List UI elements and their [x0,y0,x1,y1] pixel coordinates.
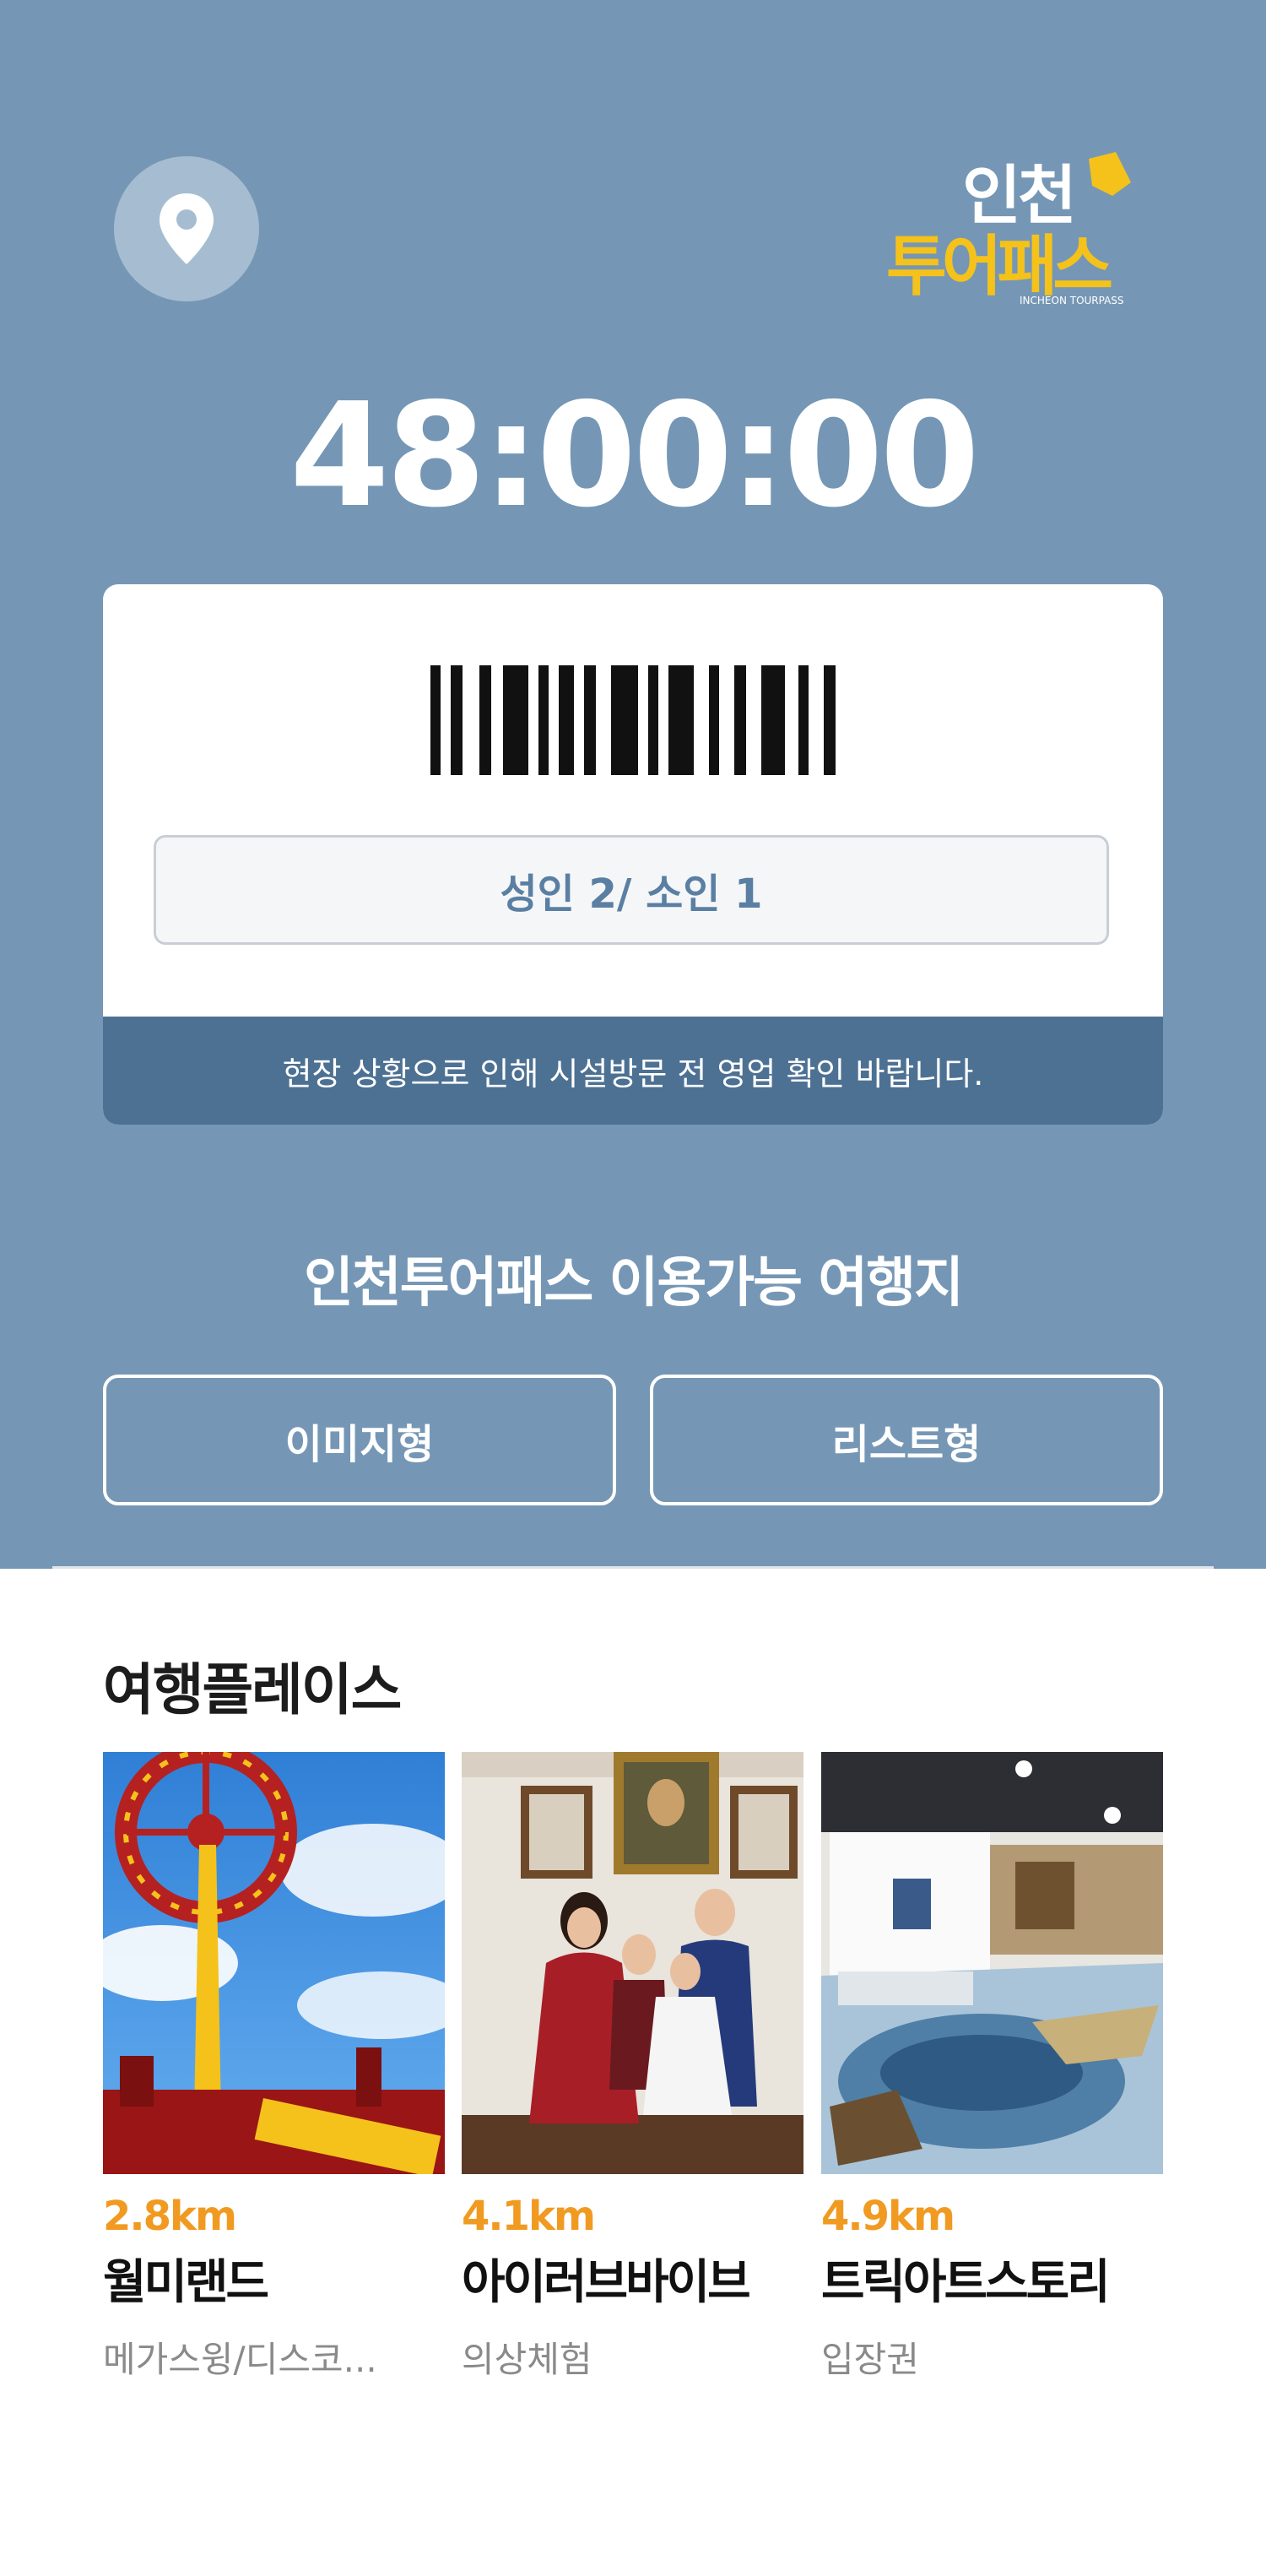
place-distance: 2.8km [103,2193,237,2240]
passenger-count: 성인 2/ 소인 1 [154,835,1109,945]
place-category: 입장권 [821,2339,919,2380]
place-image-wolmi-land [103,1752,445,2174]
place-name: 아이러브바이브 [462,2255,751,2310]
logo-line1: 인천 [962,158,1074,233]
image-view-button[interactable]: 이미지형 [103,1375,616,1505]
section-divider [52,1566,1214,1569]
place-card[interactable]: 2.8km 월미랜드 메가스윙/디스코... [103,1752,445,2383]
place-image-i-love-vibe [462,1752,803,2174]
logo-line2: 투어패스 [886,229,1112,305]
place-card[interactable]: 4.1km 아이러브바이브 의상체험 [462,1752,803,2383]
place-name: 트릭아트스토리 [821,2255,1111,2310]
countdown-timer: 48:00:00 [289,372,980,540]
barcode[interactable] [430,665,836,775]
location-pin-icon [160,193,214,264]
available-destinations-title: 인천투어패스 이용가능 여행지 [303,1252,964,1315]
list-view-button[interactable]: 리스트형 [650,1375,1163,1505]
place-name: 월미랜드 [103,2255,269,2310]
ticket-card: 성인 2/ 소인 1 현장 상황으로 인해 시설방문 전 영업 확인 바랍니다. [103,584,1163,1125]
place-distance: 4.9km [821,2193,955,2240]
location-button[interactable] [114,156,259,301]
place-category: 의상체험 [462,2339,592,2380]
incheon-tourpass-logo: 인천 투어패스 INCHEON TOURPASS [886,152,1156,308]
business-hours-notice: 현장 상황으로 인해 시설방문 전 영업 확인 바랍니다. [103,1017,1163,1125]
place-image-trick-art-story [821,1752,1163,2174]
place-card[interactable]: 4.9km 트릭아트스토리 입장권 [821,1752,1163,2383]
logo-sub: INCHEON TOURPASS [1020,295,1124,306]
place-distance: 4.1km [462,2193,596,2240]
travel-place-title: 여행플레이스 [103,1657,402,1722]
place-category: 메가스윙/디스코... [103,2339,377,2380]
